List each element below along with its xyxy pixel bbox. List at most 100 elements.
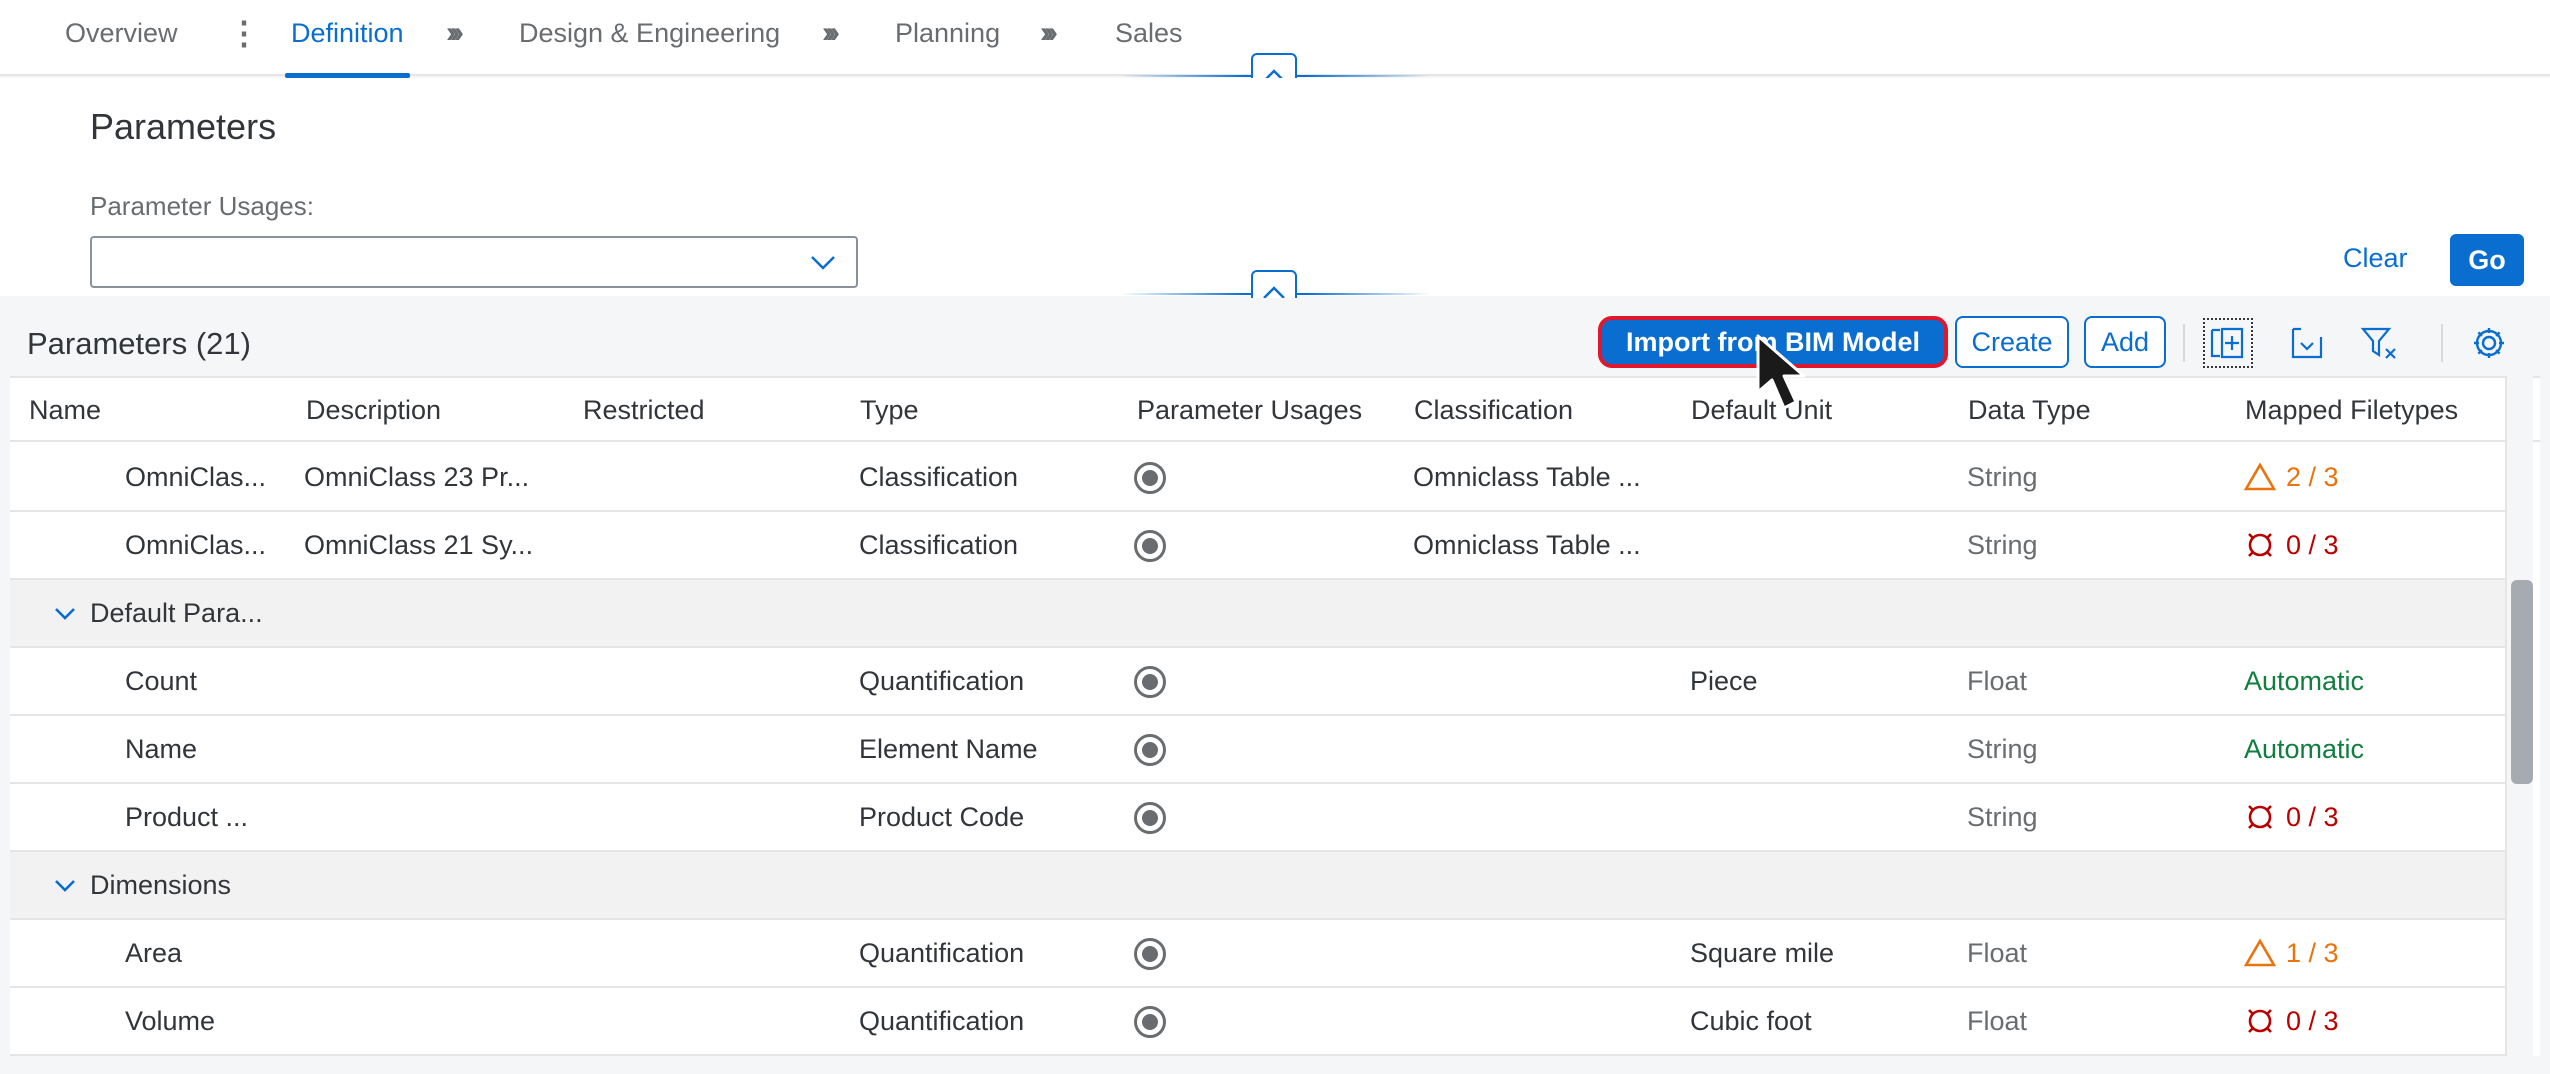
default-unit-cell: Square mile [1690, 938, 1835, 968]
table-row[interactable]: Name Element Name String Automatic [10, 716, 2505, 784]
warning-icon [2244, 938, 2276, 967]
data-type-cell: String [1967, 802, 2038, 832]
data-type-cell: Float [1967, 938, 2028, 968]
column-header-restricted[interactable]: Restricted [583, 378, 705, 442]
type-cell: Product Code [859, 802, 1025, 832]
column-header-name[interactable]: Name [29, 378, 101, 442]
name-cell: Name [125, 734, 198, 764]
table-title: Parameters (21) [27, 326, 251, 361]
kebab-icon[interactable]: ⋮ [228, 0, 260, 66]
mapped-filetypes-value: 1 / 3 [2286, 938, 2339, 968]
column-header-data-type[interactable]: Data Type [1968, 378, 2091, 442]
type-cell: Classification [859, 530, 1019, 560]
table-toolbar: Parameters (21) Import from BIM Model Cr… [10, 298, 2540, 376]
table-scrollbar[interactable] [2505, 376, 2533, 1056]
column-header-parameter-usages[interactable]: Parameter Usages [1137, 378, 1362, 442]
warning-icon [2244, 462, 2276, 491]
parameter-usages-select[interactable] [90, 236, 858, 288]
clear-button[interactable]: Clear [2343, 243, 2408, 274]
page-title: Parameters [90, 106, 277, 147]
tab-design-engineering[interactable]: Design & Engineering [519, 0, 780, 76]
collapse-all-icon[interactable] [2282, 318, 2332, 368]
chevron-down-icon[interactable] [808, 250, 838, 274]
parameter-usage-radio-icon[interactable] [1134, 734, 1166, 766]
default-unit-cell: Cubic foot [1690, 1006, 1812, 1036]
description-cell: OmniClass 23 Pr... [304, 462, 530, 492]
parameter-usages-label: Parameter Usages: [90, 191, 314, 221]
data-type-cell: String [1967, 462, 2038, 492]
mapped-filetypes-cell: Automatic [2244, 734, 2365, 764]
mapped-filetypes-cell: 1 / 3 [2244, 920, 2339, 986]
name-cell: Product ... [125, 802, 249, 832]
table-row[interactable]: Product ... Product Code String 0 / 3 [10, 784, 2505, 852]
expand-all-icon[interactable] [2203, 318, 2253, 368]
column-header-mapped-filetypes[interactable]: Mapped Filetypes [2245, 378, 2458, 442]
filter-header: Parameters Parameter Usages: Clear Go [0, 78, 2550, 296]
toolbar-separator [2183, 324, 2185, 362]
parameter-usage-radio-icon[interactable] [1134, 802, 1166, 834]
mapped-filetypes-cell: 0 / 3 [2244, 988, 2339, 1054]
type-cell: Element Name [859, 734, 1038, 764]
chevron-separator-icon: ››› [446, 16, 464, 49]
chevron-down-icon[interactable] [52, 872, 78, 898]
parameter-usage-radio-icon[interactable] [1134, 1006, 1166, 1038]
add-button[interactable]: Add [2084, 316, 2166, 368]
data-type-cell: String [1967, 530, 2038, 560]
tab-definition[interactable]: Definition [285, 0, 410, 78]
mapped-filetypes-value: 0 / 3 [2286, 530, 2339, 560]
mapped-filetypes-cell: 0 / 3 [2244, 512, 2339, 578]
scrollbar-thumb[interactable] [2511, 580, 2533, 784]
tab-sales[interactable]: Sales [1115, 0, 1183, 76]
parameter-usage-radio-icon[interactable] [1134, 938, 1166, 970]
error-icon [2248, 1009, 2272, 1033]
parameters-table: Name Description Restricted Type Paramet… [10, 376, 2540, 1056]
mapped-filetypes-cell: 0 / 3 [2244, 784, 2339, 850]
data-type-cell: Float [1967, 1006, 2028, 1036]
parameter-usage-radio-icon[interactable] [1134, 462, 1166, 494]
table-row[interactable]: OmniClas... OmniClass 21 Sy... Classific… [10, 512, 2505, 580]
table-header-row: Name Description Restricted Type Paramet… [10, 376, 2540, 442]
name-cell: OmniClas... [125, 530, 267, 560]
chevron-separator-icon: ››› [1040, 16, 1058, 49]
table-row[interactable]: Volume Quantification Cubic foot Float 0… [10, 988, 2505, 1056]
data-type-cell: Float [1967, 666, 2028, 696]
chevron-separator-icon: ››› [822, 16, 840, 49]
table-row[interactable]: Count Quantification Piece Float Automat… [10, 648, 2505, 716]
type-cell: Quantification [859, 666, 1025, 696]
settings-icon[interactable] [2464, 318, 2514, 368]
table-row[interactable]: OmniClas... OmniClass 23 Pr... Classific… [10, 444, 2505, 512]
mapped-filetypes-value: 0 / 3 [2286, 1006, 2339, 1036]
classification-cell: Omniclass Table ... [1413, 530, 1641, 560]
cursor-icon [1756, 334, 1806, 410]
chevron-down-icon[interactable] [52, 600, 78, 626]
create-button[interactable]: Create [1955, 316, 2069, 368]
toolbar-separator [2441, 324, 2443, 362]
mapped-filetypes-cell: 2 / 3 [2244, 444, 2339, 510]
group-row[interactable]: Default Para... [10, 580, 2505, 648]
column-header-classification[interactable]: Classification [1414, 378, 1573, 442]
type-cell: Quantification [859, 1006, 1025, 1036]
data-type-cell: String [1967, 734, 2038, 764]
mapped-filetypes-cell: Automatic [2244, 666, 2365, 696]
group-row[interactable]: Dimensions [10, 852, 2505, 920]
tab-overview[interactable]: Overview [65, 0, 178, 76]
error-icon [2248, 805, 2272, 829]
table-row[interactable]: Area Quantification Square mile Float 1 … [10, 920, 2505, 988]
tab-planning[interactable]: Planning [895, 0, 1000, 76]
parameter-usage-radio-icon[interactable] [1134, 666, 1166, 698]
go-button[interactable]: Go [2450, 234, 2524, 286]
parameter-usage-radio-icon[interactable] [1134, 530, 1166, 562]
description-cell: OmniClass 21 Sy... [304, 530, 534, 560]
type-cell: Quantification [859, 938, 1025, 968]
default-unit-cell: Piece [1690, 666, 1758, 696]
clear-filter-icon[interactable] [2355, 318, 2405, 368]
name-cell: Count [125, 666, 198, 696]
column-header-description[interactable]: Description [306, 378, 441, 442]
mapped-filetypes-value: 0 / 3 [2286, 802, 2339, 832]
name-cell: Area [125, 938, 183, 968]
group-label: Dimensions [90, 870, 232, 900]
column-header-type[interactable]: Type [860, 378, 919, 442]
group-label: Default Para... [90, 598, 263, 628]
classification-cell: Omniclass Table ... [1413, 462, 1641, 492]
name-cell: Volume [125, 1006, 216, 1036]
